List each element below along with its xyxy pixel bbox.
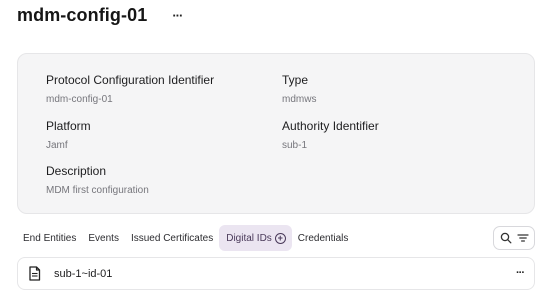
page-title: mdm-config-01: [17, 4, 148, 25]
field-value: sub-1: [282, 140, 308, 151]
search-icon[interactable]: [499, 232, 512, 245]
list-toolbar: [493, 226, 535, 250]
page-header: mdm-config-01 ···: [17, 4, 185, 26]
field-value: mdm-config-01: [46, 94, 113, 105]
tab-issued-certificates[interactable]: Issued Certificates: [125, 225, 219, 251]
details-card: Protocol Configuration Identifier mdm-co…: [17, 53, 535, 214]
tab-events[interactable]: Events: [82, 225, 125, 251]
row-more-options-button[interactable]: ···: [516, 267, 525, 279]
field-label: Authority Identifier: [282, 119, 379, 133]
list-item[interactable]: sub-1~id-01 ···: [17, 257, 535, 290]
field-label: Type: [282, 73, 309, 87]
tab-end-entities[interactable]: End Entities: [17, 225, 82, 251]
tab-credentials[interactable]: Credentials: [292, 225, 355, 251]
field-authority-id: Authority Identifier sub-1: [282, 119, 379, 152]
field-label: Protocol Configuration Identifier: [46, 73, 215, 87]
field-type: Type mdmws: [282, 73, 316, 106]
field-platform: Platform Jamf: [46, 119, 91, 152]
more-horizontal-icon: ···: [172, 7, 183, 23]
field-label: Description: [46, 164, 107, 178]
field-description: Description MDM first configuration: [46, 164, 149, 197]
list-item-label: sub-1~id-01: [54, 267, 113, 280]
filter-icon[interactable]: [516, 232, 529, 245]
more-options-button[interactable]: ···: [169, 7, 185, 23]
field-value: Jamf: [46, 140, 68, 151]
document-icon: [28, 266, 42, 282]
plus-circle-icon[interactable]: +: [274, 232, 286, 244]
tab-digital-ids[interactable]: Digital IDs +: [219, 225, 292, 251]
field-label: Platform: [46, 119, 91, 133]
field-value: mdmws: [282, 94, 317, 105]
page: mdm-config-01 ··· Protocol Configuration…: [0, 0, 542, 299]
field-value: MDM first configuration: [46, 185, 149, 196]
tab-bar: End Entities Events Issued Certificates …: [17, 225, 354, 251]
field-protocol-config-id: Protocol Configuration Identifier mdm-co…: [46, 73, 214, 106]
tab-label: Digital IDs: [226, 232, 272, 244]
